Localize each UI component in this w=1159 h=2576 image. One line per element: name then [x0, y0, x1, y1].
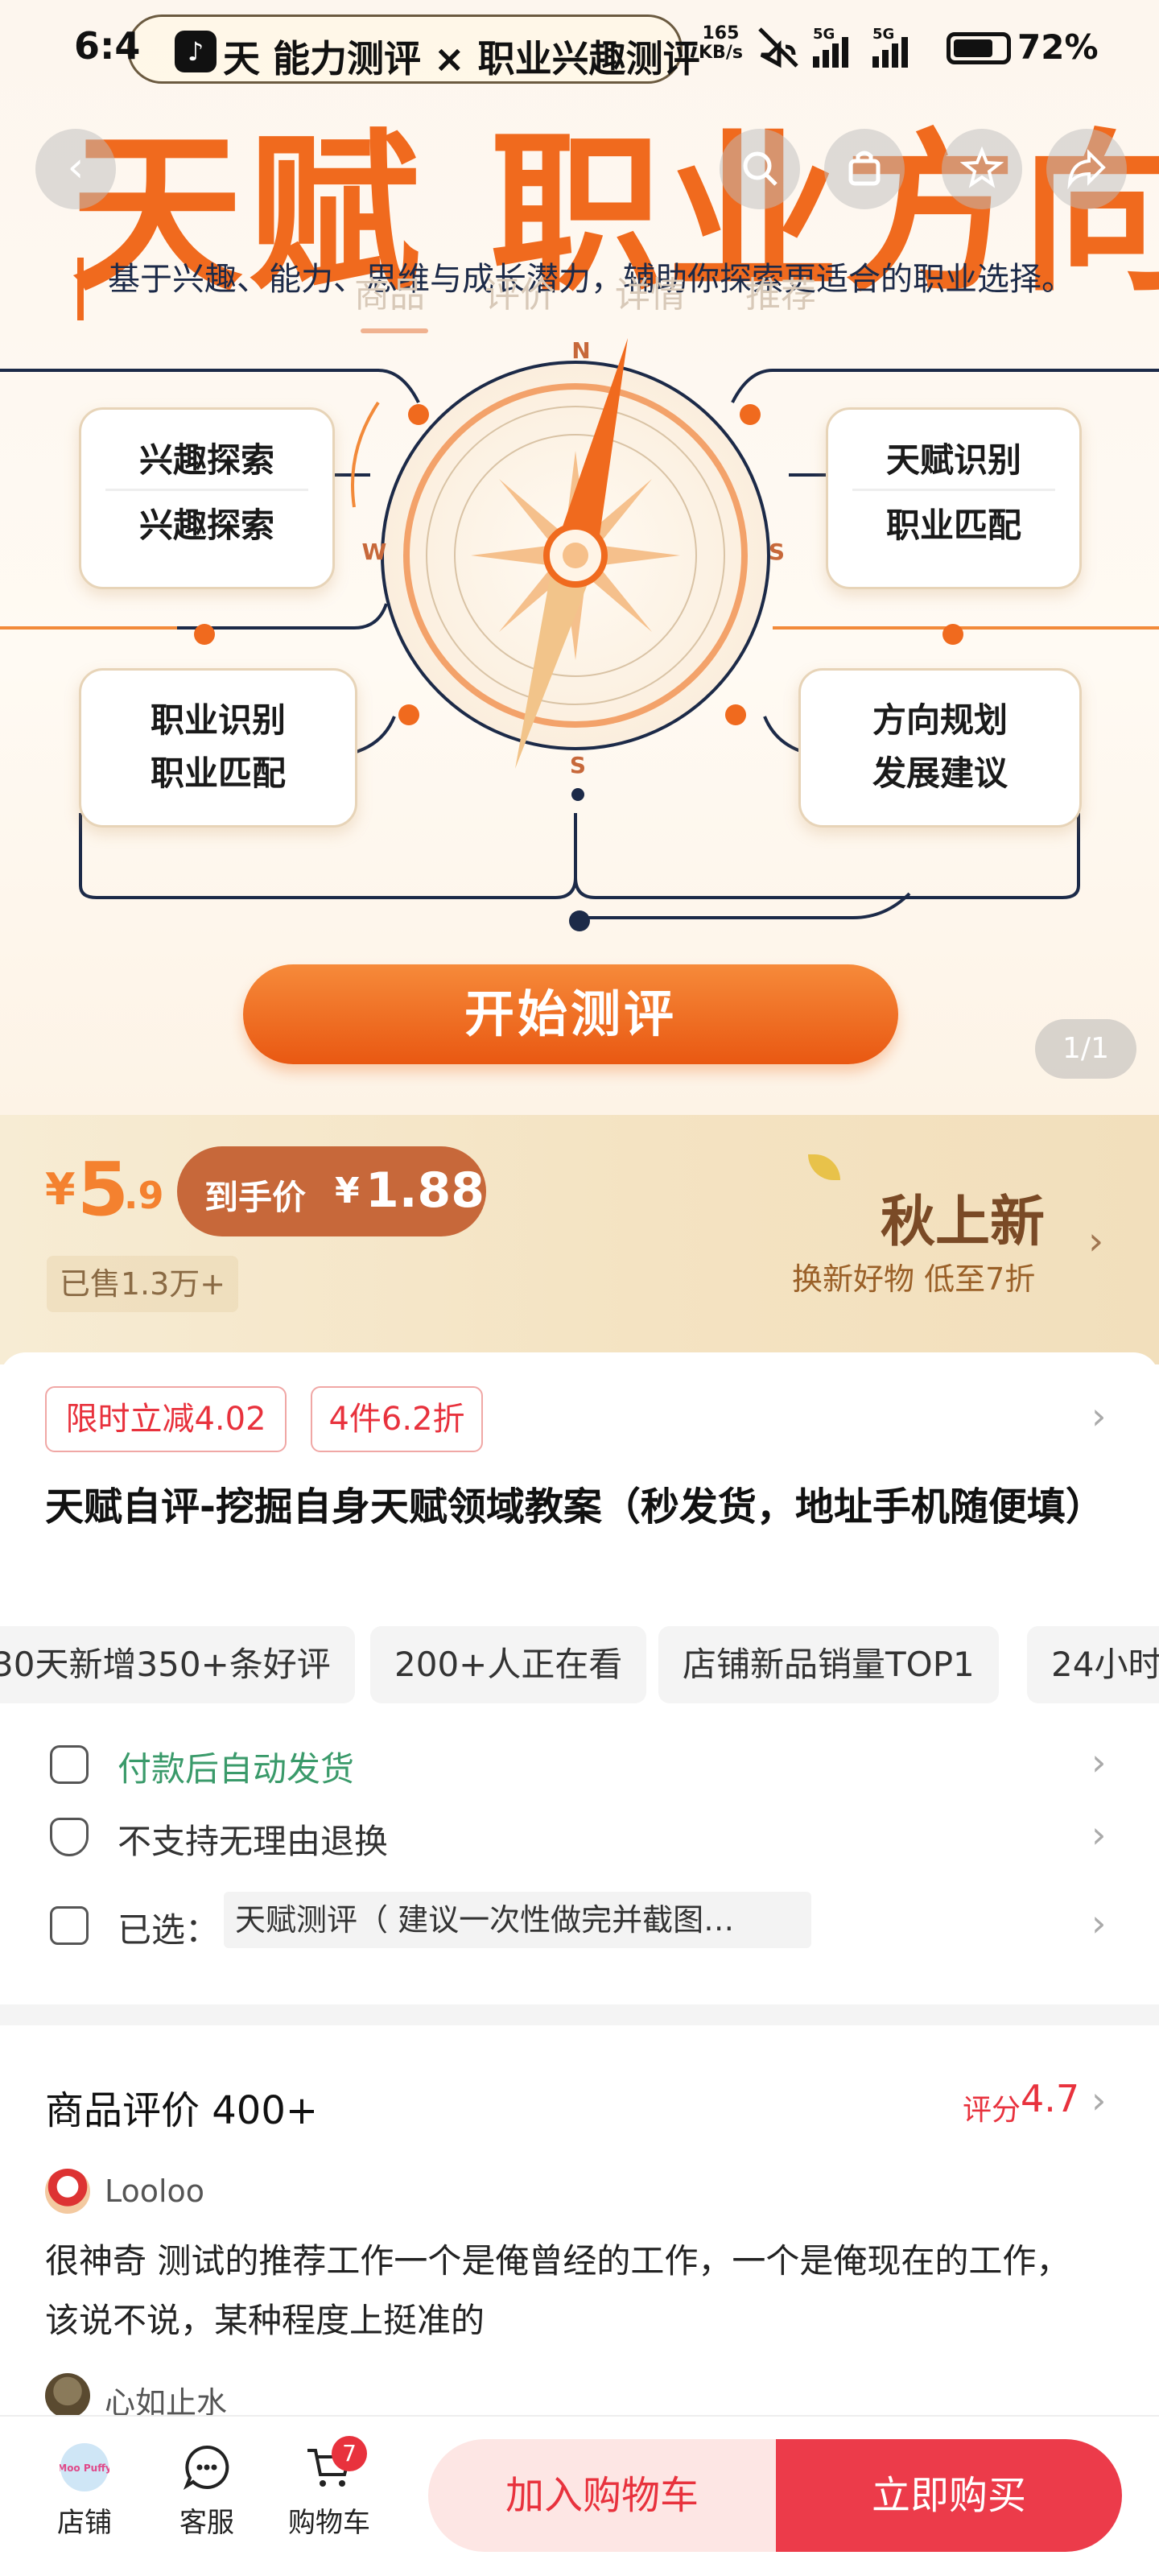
compass-letter-e: S: [769, 539, 785, 565]
tab-recommend[interactable]: 推荐: [745, 275, 816, 316]
highlight-chip: 24小时: [1027, 1626, 1159, 1703]
card-line-1: 方向规划: [872, 700, 1008, 740]
cart-label: 购物车: [288, 2507, 370, 2539]
shop-button[interactable]: [824, 129, 905, 209]
status-time: 6:4: [74, 24, 141, 68]
cart-count-badge: 7: [332, 2436, 367, 2471]
shield-check-icon: [50, 1818, 89, 1856]
selected-option-row[interactable]: 已选： 天赋测评（ 建议一次性做完并截图… ›: [0, 1892, 1159, 1964]
price-integer: 5: [77, 1146, 130, 1232]
add-to-cart-button[interactable]: 加入购物车: [428, 2439, 776, 2552]
shop-label: 店铺: [57, 2507, 112, 2539]
active-tab-indicator: [361, 328, 428, 333]
shop-logo-icon: Moo Puffy: [60, 2443, 109, 2491]
review-username: Looloo: [105, 2174, 205, 2209]
buy-now-button[interactable]: 立即购买: [776, 2439, 1122, 2552]
battery-icon: [947, 32, 1011, 64]
search-button[interactable]: [720, 129, 800, 209]
avatar: [45, 2169, 90, 2214]
sold-count: 已售1.3万+: [47, 1256, 238, 1312]
feature-card-direction: 方向规划 发展建议: [798, 668, 1082, 828]
start-test-button[interactable]: 开始测评: [243, 964, 898, 1064]
package-icon: [50, 1745, 89, 1784]
card-line-2: 职业匹配: [150, 753, 286, 793]
final-price-label: 到手价: [204, 1178, 307, 1217]
back-button[interactable]: ‹: [35, 129, 116, 209]
final-price-value: 1.88: [365, 1162, 485, 1219]
service-returns-text: 不支持无理由退换: [118, 1822, 389, 1861]
service-shipping-text: 付款后自动发货: [118, 1749, 355, 1789]
chevron-right-icon: ›: [1091, 1740, 1107, 1784]
selected-label: 已选：: [118, 1910, 220, 1950]
customer-service-tab[interactable]: 客服: [155, 2442, 259, 2547]
product-title: 天赋自评-挖掘自身天赋领域教案（秒发货，地址手机随便填）: [45, 1484, 1104, 1530]
review-score[interactable]: 4.7: [1021, 2077, 1079, 2120]
star-icon: [959, 146, 1004, 188]
feature-card-talent: 天赋识别 职业匹配: [826, 407, 1082, 589]
review-score-label[interactable]: 评分: [963, 2087, 1021, 2128]
feature-card-career: 职业识别 职业匹配: [79, 668, 357, 828]
service-shipping-row[interactable]: 付款后自动发货 ›: [0, 1731, 1159, 1803]
image-page-indicator: 1/1: [1035, 1019, 1136, 1079]
favorite-button[interactable]: [942, 129, 1022, 209]
tab-reviews[interactable]: 评价: [485, 275, 555, 316]
share-icon: [1067, 149, 1106, 190]
network-speed: 165 KB/s: [699, 24, 743, 63]
compass-letter-w: W: [362, 539, 387, 565]
chevron-right-icon[interactable]: ›: [1091, 1394, 1106, 1438]
network-speed-value: 165: [702, 23, 740, 43]
promo-title[interactable]: 秋上新: [881, 1177, 1045, 1257]
bundle-discount-tag[interactable]: 4件6.2折: [311, 1386, 483, 1452]
signal-5g-label-1: 5G: [813, 26, 835, 43]
selected-option-value: 天赋测评（ 建议一次性做完并截图…: [224, 1892, 811, 1948]
highlight-chip: 店铺新品销量TOP1: [658, 1626, 999, 1703]
discount-tag[interactable]: 限时立减4.02: [45, 1386, 287, 1452]
card-line-2: 职业匹配: [885, 506, 1021, 545]
chat-icon: [183, 2445, 229, 2490]
promo-subtitle[interactable]: 换新好物 低至7折: [792, 1254, 1035, 1298]
tab-goods[interactable]: 商品: [354, 275, 425, 316]
search-icon: [743, 151, 777, 186]
network-speed-unit: KB/s: [699, 43, 743, 63]
status-bar: 6:4 165 KB/s 5G 5G 72%: [0, 0, 1159, 97]
price-currency: ¥: [45, 1164, 76, 1215]
highlight-chip: 30天新增350+条好评: [0, 1626, 355, 1703]
service-label: 客服: [179, 2507, 234, 2539]
shop-tab[interactable]: Moo Puffy 店铺: [32, 2442, 137, 2547]
review-text: 很神奇 测试的推荐工作一个是俺曾经的工作，一个是俺现在的工作，该说不说，某种程度…: [45, 2241, 1070, 2340]
signal-icons: 5G 5G: [758, 26, 908, 68]
product-page: 天赋 职业方向 商品 评价 详情 推荐 基于兴趣、能力、思维与成长潜力，辅助你探…: [0, 0, 1159, 2576]
card-line-2: 发展建议: [872, 753, 1008, 793]
chevron-right-icon[interactable]: ›: [1091, 2079, 1106, 2122]
final-price-currency: ¥: [335, 1170, 360, 1212]
card-line-2: 兴趣探索: [138, 506, 274, 545]
compass-letter-n: N: [571, 337, 590, 364]
card-line-1: 天赋识别: [885, 440, 1021, 480]
price-decimal: .9: [124, 1174, 164, 1217]
signal-5g-label-2: 5G: [872, 26, 894, 43]
reviews-title[interactable]: 商品评价 400+: [45, 2079, 318, 2135]
compass-letter-s: S: [570, 752, 586, 778]
avatar: [45, 2373, 90, 2418]
chevron-right-icon: ›: [1091, 1901, 1107, 1945]
tab-details[interactable]: 详情: [615, 275, 686, 316]
card-line-1: 职业识别: [150, 700, 286, 740]
nav-tabs: 商品 评价 详情 推荐: [354, 266, 864, 317]
shop-logo-text: Moo Puffy: [60, 2462, 109, 2474]
highlight-chip: 200+人正在看: [370, 1626, 647, 1703]
feature-card-interest: 兴趣探索 兴趣探索: [79, 407, 335, 589]
share-button[interactable]: [1046, 129, 1127, 209]
card-line-1: 兴趣探索: [138, 440, 274, 480]
shopping-bag-icon: [848, 151, 881, 186]
mute-icon: [758, 27, 798, 68]
section-divider: [0, 2004, 1159, 2025]
chevron-right-icon[interactable]: ›: [1088, 1219, 1103, 1264]
final-price-badge: 到手价 ¥ 1.88: [177, 1146, 486, 1236]
chevron-right-icon: ›: [1091, 1813, 1107, 1856]
battery-percent: 72%: [1017, 27, 1099, 67]
bag-icon: [50, 1906, 89, 1945]
service-returns-row[interactable]: 不支持无理由退换 ›: [0, 1803, 1159, 1876]
